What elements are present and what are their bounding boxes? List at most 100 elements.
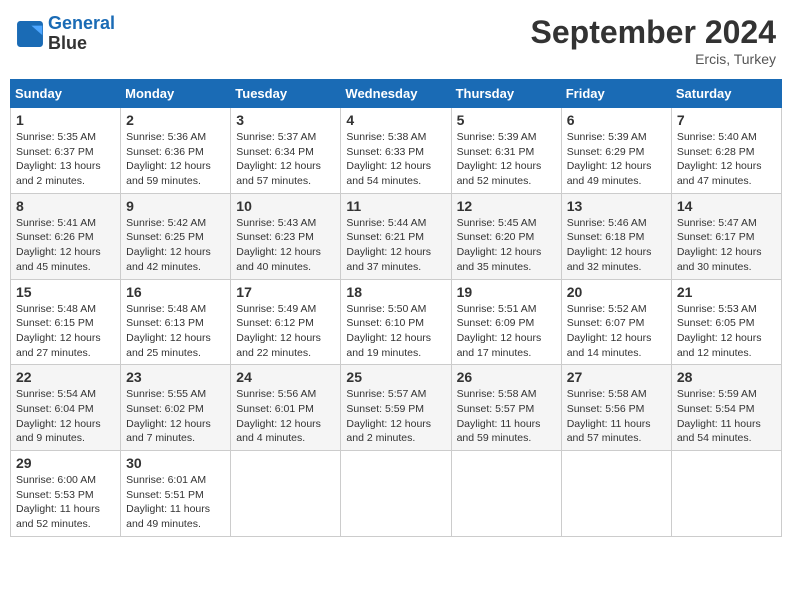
month-title: September 2024 [531,14,776,51]
calendar-cell: 17 Sunrise: 5:49 AMSunset: 6:12 PMDayligh… [231,279,341,365]
day-detail: Sunrise: 5:50 AMSunset: 6:10 PMDaylight:… [346,302,445,361]
calendar-cell: 14 Sunrise: 5:47 AMSunset: 6:17 PMDayligh… [671,193,781,279]
day-number: 2 [126,112,225,128]
day-number: 10 [236,198,335,214]
calendar-cell: 7 Sunrise: 5:40 AMSunset: 6:28 PMDaylight… [671,108,781,194]
day-detail: Sunrise: 5:40 AMSunset: 6:28 PMDaylight:… [677,130,776,189]
day-detail: Sunrise: 5:45 AMSunset: 6:20 PMDaylight:… [457,216,556,275]
calendar-cell: 6 Sunrise: 5:39 AMSunset: 6:29 PMDaylight… [561,108,671,194]
logo: GeneralBlue [16,14,115,54]
calendar-cell: 29 Sunrise: 6:00 AMSunset: 5:53 PMDayligh… [11,451,121,537]
day-number: 26 [457,369,556,385]
day-detail: Sunrise: 5:43 AMSunset: 6:23 PMDaylight:… [236,216,335,275]
day-detail: Sunrise: 5:42 AMSunset: 6:25 PMDaylight:… [126,216,225,275]
calendar-cell: 19 Sunrise: 5:51 AMSunset: 6:09 PMDayligh… [451,279,561,365]
day-number: 1 [16,112,115,128]
day-detail: Sunrise: 5:36 AMSunset: 6:36 PMDaylight:… [126,130,225,189]
title-area: September 2024 Ercis, Turkey [531,14,776,67]
calendar-cell: 24 Sunrise: 5:56 AMSunset: 6:01 PMDayligh… [231,365,341,451]
calendar-body: 1 Sunrise: 5:35 AMSunset: 6:37 PMDaylight… [11,108,782,537]
day-number: 13 [567,198,666,214]
calendar-cell: 28 Sunrise: 5:59 AMSunset: 5:54 PMDayligh… [671,365,781,451]
day-number: 27 [567,369,666,385]
calendar-cell: 22 Sunrise: 5:54 AMSunset: 6:04 PMDayligh… [11,365,121,451]
calendar-cell: 16 Sunrise: 5:48 AMSunset: 6:13 PMDayligh… [121,279,231,365]
calendar-week-row: 22 Sunrise: 5:54 AMSunset: 6:04 PMDayligh… [11,365,782,451]
weekday-header-saturday: Saturday [671,80,781,108]
calendar-cell: 15 Sunrise: 5:48 AMSunset: 6:15 PMDayligh… [11,279,121,365]
day-detail: Sunrise: 5:52 AMSunset: 6:07 PMDaylight:… [567,302,666,361]
day-number: 24 [236,369,335,385]
day-detail: Sunrise: 5:39 AMSunset: 6:31 PMDaylight:… [457,130,556,189]
calendar-cell: 2 Sunrise: 5:36 AMSunset: 6:36 PMDaylight… [121,108,231,194]
day-detail: Sunrise: 5:56 AMSunset: 6:01 PMDaylight:… [236,387,335,446]
calendar-cell [341,451,451,537]
calendar-cell: 10 Sunrise: 5:43 AMSunset: 6:23 PMDayligh… [231,193,341,279]
calendar-header-row: SundayMondayTuesdayWednesdayThursdayFrid… [11,80,782,108]
day-number: 25 [346,369,445,385]
day-number: 21 [677,284,776,300]
day-detail: Sunrise: 5:58 AMSunset: 5:56 PMDaylight:… [567,387,666,446]
day-detail: Sunrise: 5:55 AMSunset: 6:02 PMDaylight:… [126,387,225,446]
day-number: 14 [677,198,776,214]
day-number: 9 [126,198,225,214]
day-number: 12 [457,198,556,214]
day-number: 23 [126,369,225,385]
location: Ercis, Turkey [531,51,776,67]
day-number: 22 [16,369,115,385]
calendar-week-row: 1 Sunrise: 5:35 AMSunset: 6:37 PMDaylight… [11,108,782,194]
day-number: 30 [126,455,225,471]
day-detail: Sunrise: 5:48 AMSunset: 6:13 PMDaylight:… [126,302,225,361]
day-detail: Sunrise: 6:00 AMSunset: 5:53 PMDaylight:… [16,473,115,532]
page-header: GeneralBlue September 2024 Ercis, Turkey [10,10,782,71]
day-detail: Sunrise: 5:58 AMSunset: 5:57 PMDaylight:… [457,387,556,446]
day-detail: Sunrise: 5:57 AMSunset: 5:59 PMDaylight:… [346,387,445,446]
day-number: 29 [16,455,115,471]
day-detail: Sunrise: 5:38 AMSunset: 6:33 PMDaylight:… [346,130,445,189]
weekday-header-sunday: Sunday [11,80,121,108]
calendar-cell: 27 Sunrise: 5:58 AMSunset: 5:56 PMDayligh… [561,365,671,451]
day-detail: Sunrise: 5:39 AMSunset: 6:29 PMDaylight:… [567,130,666,189]
calendar-cell [231,451,341,537]
day-detail: Sunrise: 5:49 AMSunset: 6:12 PMDaylight:… [236,302,335,361]
day-number: 15 [16,284,115,300]
day-detail: Sunrise: 5:47 AMSunset: 6:17 PMDaylight:… [677,216,776,275]
day-number: 7 [677,112,776,128]
day-number: 11 [346,198,445,214]
day-number: 3 [236,112,335,128]
calendar-cell: 18Sunrise: 5:50 AMSunset: 6:10 PMDayligh… [341,279,451,365]
calendar-table: SundayMondayTuesdayWednesdayThursdayFrid… [10,79,782,537]
day-number: 17 [236,284,335,300]
calendar-cell: 20 Sunrise: 5:52 AMSunset: 6:07 PMDayligh… [561,279,671,365]
calendar-cell: 3Sunrise: 5:37 AMSunset: 6:34 PMDaylight… [231,108,341,194]
calendar-cell: 8Sunrise: 5:41 AMSunset: 6:26 PMDaylight… [11,193,121,279]
calendar-cell: 23 Sunrise: 5:55 AMSunset: 6:02 PMDayligh… [121,365,231,451]
day-detail: Sunrise: 5:53 AMSunset: 6:05 PMDaylight:… [677,302,776,361]
day-detail: Sunrise: 5:59 AMSunset: 5:54 PMDaylight:… [677,387,776,446]
day-detail: Sunrise: 5:54 AMSunset: 6:04 PMDaylight:… [16,387,115,446]
calendar-cell: 25 Sunrise: 5:57 AMSunset: 5:59 PMDayligh… [341,365,451,451]
day-detail: Sunrise: 5:35 AMSunset: 6:37 PMDaylight:… [16,130,115,189]
calendar-cell: 5Sunrise: 5:39 AMSunset: 6:31 PMDaylight… [451,108,561,194]
weekday-header-wednesday: Wednesday [341,80,451,108]
calendar-cell: 30Sunrise: 6:01 AMSunset: 5:51 PMDayligh… [121,451,231,537]
calendar-cell [451,451,561,537]
day-detail: Sunrise: 5:48 AMSunset: 6:15 PMDaylight:… [16,302,115,361]
logo-text: GeneralBlue [48,14,115,54]
logo-icon [16,20,44,48]
weekday-header-monday: Monday [121,80,231,108]
day-number: 6 [567,112,666,128]
day-detail: Sunrise: 5:41 AMSunset: 6:26 PMDaylight:… [16,216,115,275]
day-number: 20 [567,284,666,300]
calendar-cell: 11Sunrise: 5:44 AMSunset: 6:21 PMDayligh… [341,193,451,279]
day-detail: Sunrise: 5:51 AMSunset: 6:09 PMDaylight:… [457,302,556,361]
weekday-header-thursday: Thursday [451,80,561,108]
day-number: 19 [457,284,556,300]
day-number: 16 [126,284,225,300]
calendar-cell: 12 Sunrise: 5:45 AMSunset: 6:20 PMDayligh… [451,193,561,279]
calendar-cell: 26 Sunrise: 5:58 AMSunset: 5:57 PMDayligh… [451,365,561,451]
calendar-cell [561,451,671,537]
calendar-cell: 4Sunrise: 5:38 AMSunset: 6:33 PMDaylight… [341,108,451,194]
day-number: 28 [677,369,776,385]
calendar-week-row: 8Sunrise: 5:41 AMSunset: 6:26 PMDaylight… [11,193,782,279]
